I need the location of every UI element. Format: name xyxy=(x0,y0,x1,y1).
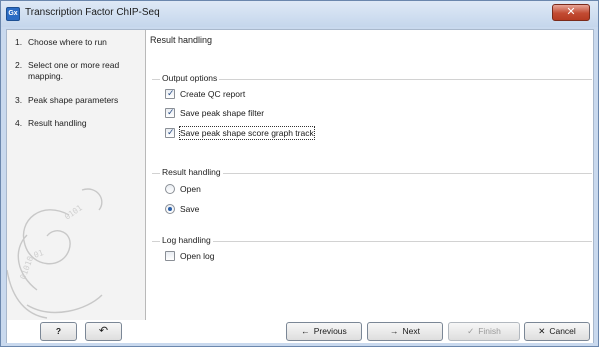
decorative-swirl-logo: 0101 01010 01 xyxy=(7,188,103,319)
result-handling-panel: Result handling Output options ✓ Create … xyxy=(147,30,593,320)
svg-text:01: 01 xyxy=(33,248,45,260)
next-label: Next xyxy=(402,326,420,336)
help-button[interactable]: ? xyxy=(40,322,77,341)
window-title: Transcription Factor ChIP-Seq xyxy=(25,7,160,18)
button-bar: ? ↶ ← Previous → Next ✓ Finish ✕ Cancel xyxy=(7,321,593,343)
checkbox-box[interactable]: ✓ xyxy=(165,127,175,138)
checkbox-label[interactable]: Save peak shape score graph track xyxy=(179,126,315,140)
step-number: 3. xyxy=(15,95,23,105)
radio-circle[interactable] xyxy=(165,204,175,214)
result-handling-label: Result handling xyxy=(160,167,223,177)
checkbox-box[interactable]: ✓ xyxy=(165,88,175,99)
step-choose-where-to-run: 1. Choose where to run xyxy=(15,37,138,48)
step-label: Select one or more read mapping. xyxy=(28,60,120,81)
radio-label[interactable]: Save xyxy=(180,203,199,215)
previous-button[interactable]: ← Previous xyxy=(286,322,362,341)
next-button[interactable]: → Next xyxy=(367,322,443,341)
step-number: 1. xyxy=(15,37,23,47)
radio-selected-dot xyxy=(168,207,172,211)
x-icon: ✕ xyxy=(538,326,546,336)
arrow-right-icon: → xyxy=(390,326,399,336)
radio-label[interactable]: Open xyxy=(180,183,201,195)
step-label: Result handling xyxy=(28,118,87,128)
dialog-body: 1. Choose where to run 2. Select one or mo… xyxy=(6,29,594,343)
checkbox-box[interactable] xyxy=(165,251,175,261)
output-options-group: Output options ✓ Create QC report ✓ Save… xyxy=(152,73,592,161)
svg-text:0101: 0101 xyxy=(63,203,84,222)
checkbox-label[interactable]: Open log xyxy=(180,250,215,262)
check-icon: ✓ xyxy=(467,326,475,336)
checkbox-box[interactable]: ✓ xyxy=(165,107,175,118)
result-handling-group: Result handling Open Save xyxy=(152,167,592,233)
cancel-label: Cancel xyxy=(549,326,576,336)
output-options-label: Output options xyxy=(160,73,220,83)
step-peak-shape-parameters: 3. Peak shape parameters xyxy=(15,95,138,106)
cancel-button[interactable]: ✕ Cancel xyxy=(524,322,590,341)
checkbox-label[interactable]: Create QC report xyxy=(180,88,245,100)
dialog-window: Gx Transcription Factor ChIP-Seq ✕ 1. Cho… xyxy=(0,0,599,347)
step-result-handling: 4. Result handling xyxy=(15,118,138,129)
step-label: Peak shape parameters xyxy=(28,95,119,105)
finish-label: Finish xyxy=(478,326,501,336)
check-icon: ✓ xyxy=(167,88,175,98)
finish-button[interactable]: ✓ Finish xyxy=(448,322,520,341)
step-number: 4. xyxy=(15,118,23,128)
step-label: Choose where to run xyxy=(28,37,107,47)
close-icon: ✕ xyxy=(566,6,576,18)
arrow-left-icon: ← xyxy=(301,326,310,336)
step-select-read-mapping: 2. Select one or more read mapping. xyxy=(15,60,138,82)
checkbox-label[interactable]: Save peak shape filter xyxy=(180,107,264,119)
log-handling-group: Log handling Open log xyxy=(152,235,592,271)
reset-icon: ↶ xyxy=(98,325,109,337)
help-icon: ? xyxy=(55,326,62,336)
close-button[interactable]: ✕ xyxy=(552,4,590,21)
step-number: 2. xyxy=(15,60,23,70)
log-handling-label: Log handling xyxy=(160,235,213,245)
wizard-steps-panel: 1. Choose where to run 2. Select one or mo… xyxy=(7,30,146,320)
check-icon: ✓ xyxy=(167,127,175,137)
page-title: Result handling xyxy=(150,35,213,45)
title-bar[interactable]: Gx Transcription Factor ChIP-Seq ✕ xyxy=(1,1,598,27)
radio-circle[interactable] xyxy=(165,184,175,194)
previous-label: Previous xyxy=(313,326,347,336)
check-icon: ✓ xyxy=(167,107,175,117)
app-icon: Gx xyxy=(6,7,20,21)
reset-button[interactable]: ↶ xyxy=(85,322,122,341)
